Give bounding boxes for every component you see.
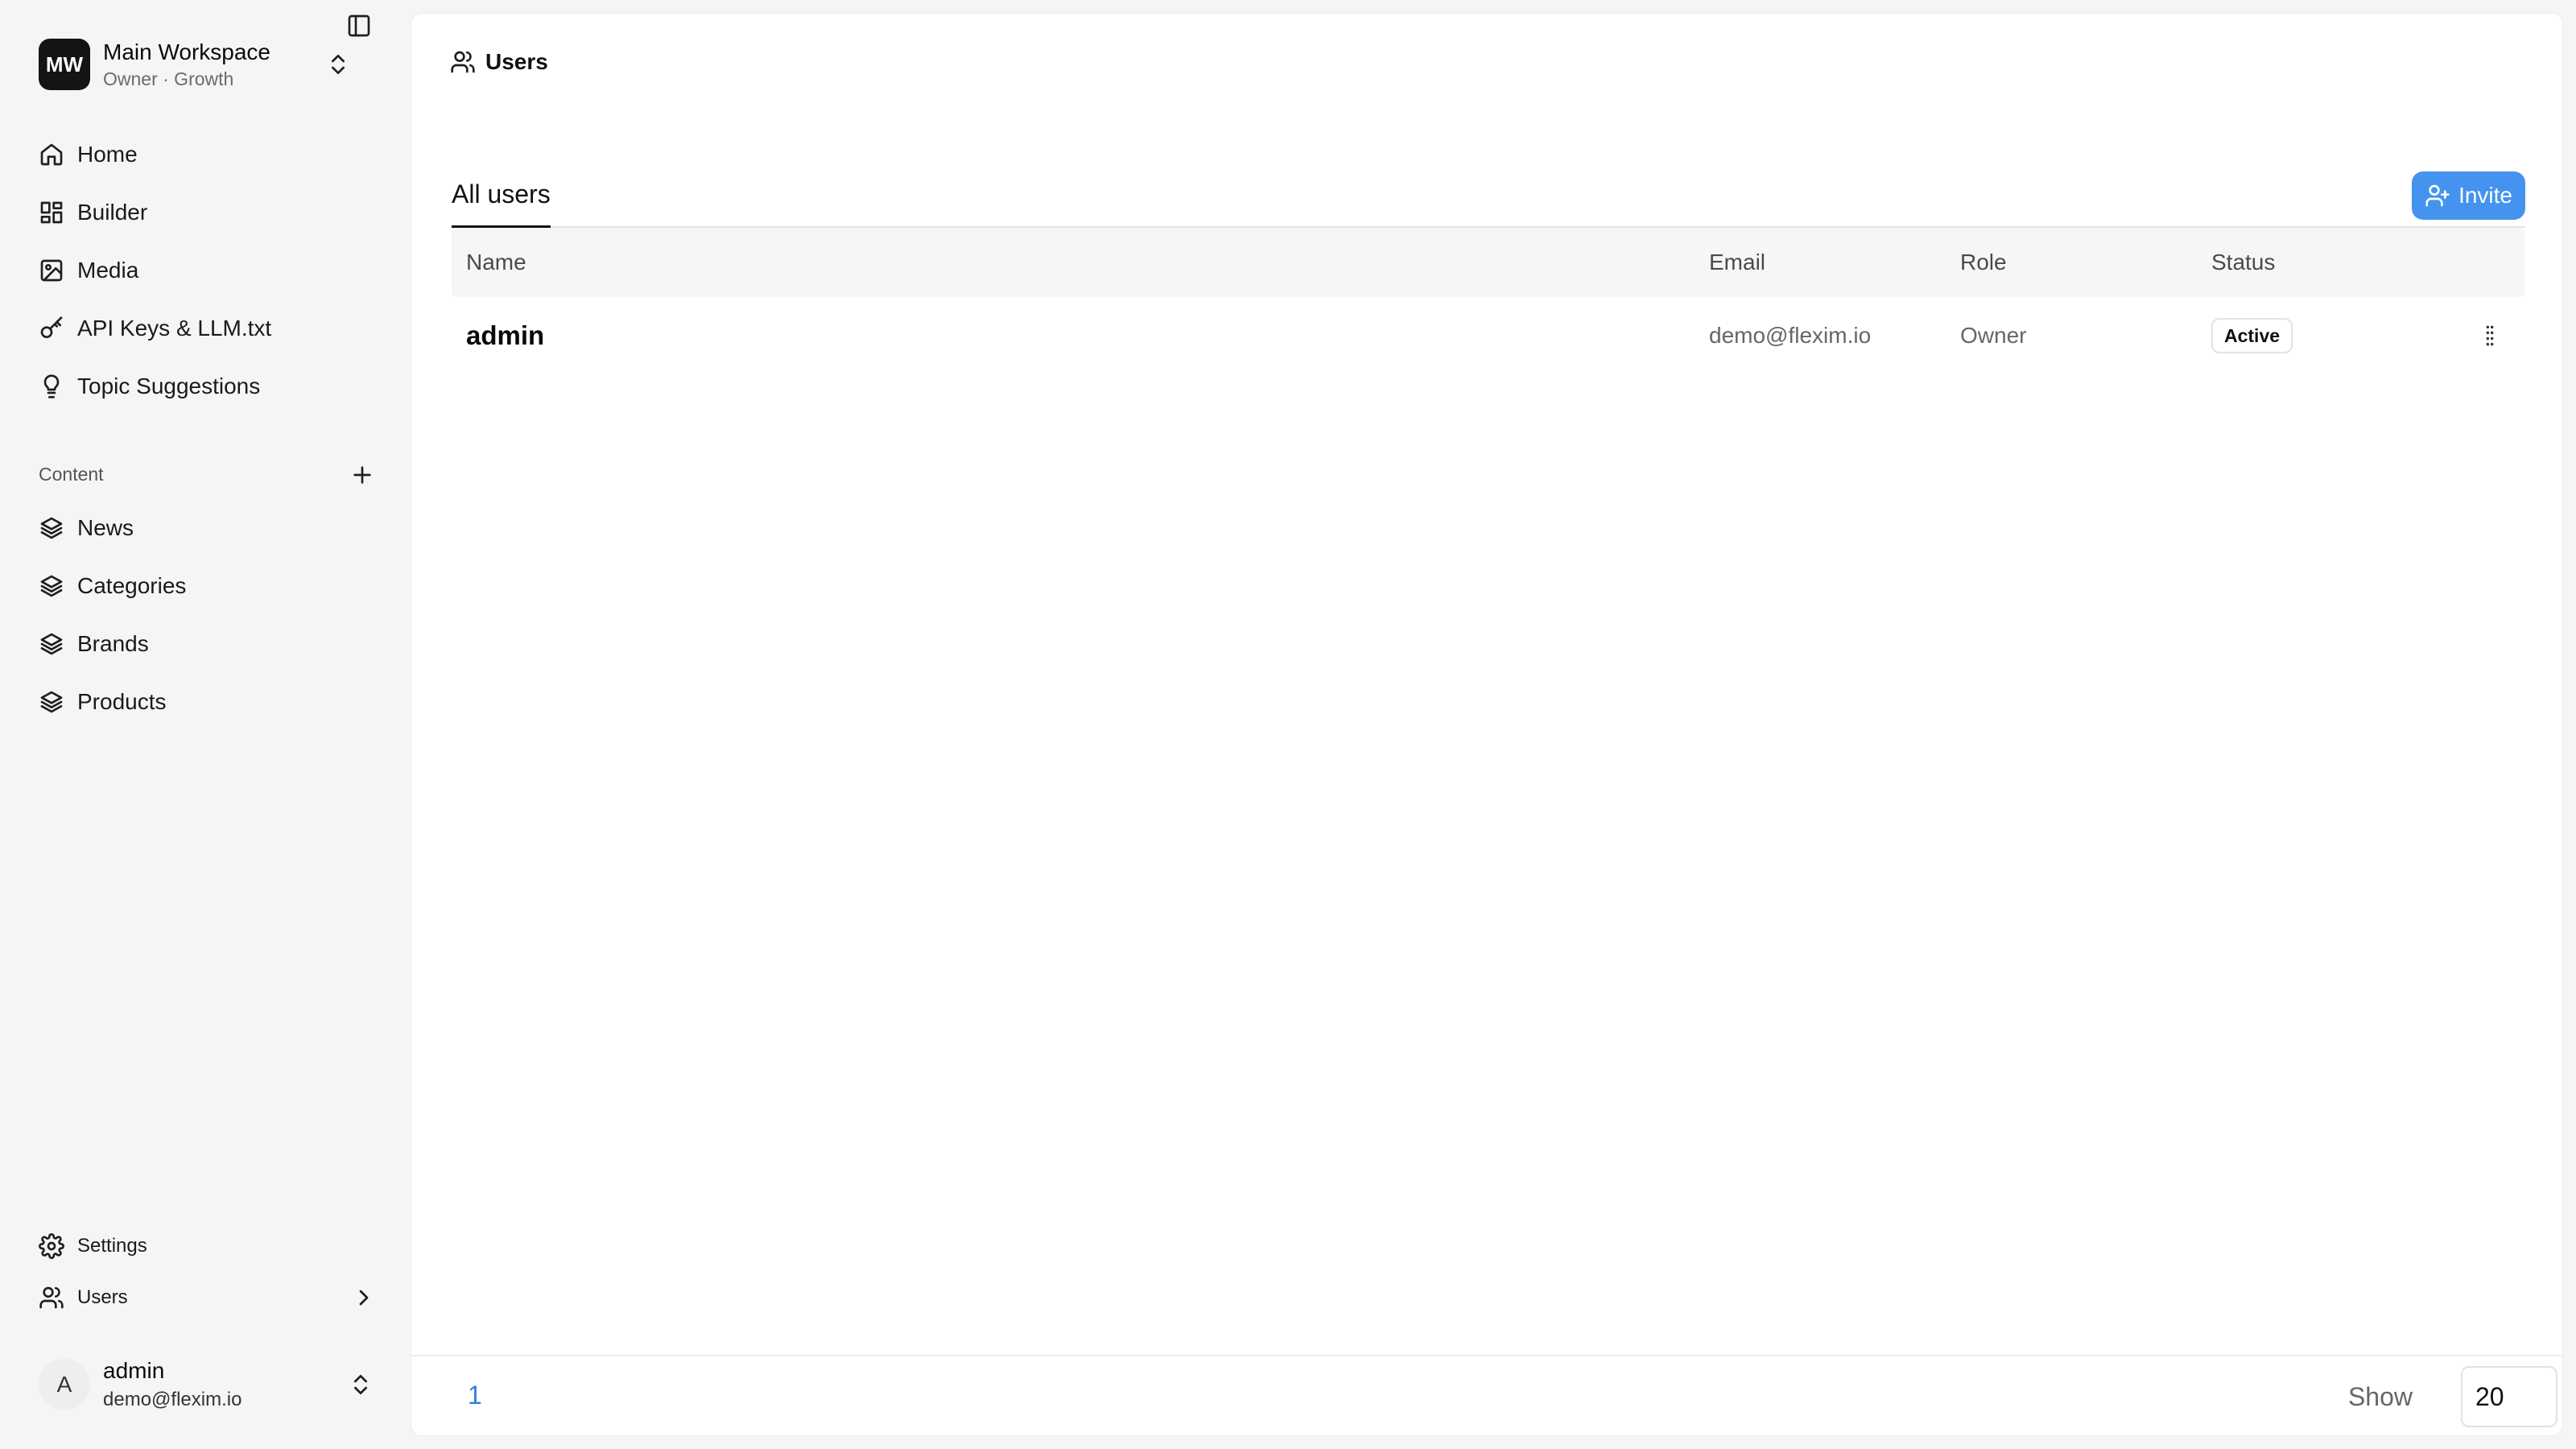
bottom-nav: Settings Users [39,1220,377,1323]
nav-item-label: Brands [77,631,149,656]
breadcrumb: Users [450,49,548,75]
tab-all-users[interactable]: All users [452,163,551,228]
account-email: demo@flexim.io [103,1389,242,1410]
main-panel: Users All users Invite Name Email Role S… [411,13,2564,1436]
nav-item-label: Home [77,142,138,167]
workspace-text: Main Workspace Owner · Growth [103,39,270,90]
nav-item-api-keys[interactable]: API Keys & LLM.txt [39,299,377,357]
nav-item-settings[interactable]: Settings [39,1220,377,1272]
chevron-right-icon [359,1290,369,1306]
column-header-role[interactable]: Role [1960,250,2007,275]
drag-handle-icon[interactable] [2477,323,2503,349]
user-role: Owner [1960,323,2027,348]
nav-item-media[interactable]: Media [39,242,377,299]
pagination-footer: 1 Show 20 [411,1355,2564,1435]
image-icon [40,259,63,282]
column-header-name[interactable]: Name [466,250,526,275]
page-number-button[interactable]: 1 [468,1381,482,1410]
gear-icon [39,1233,64,1259]
key-icon [40,316,63,338]
nav-item-label: Media [77,258,139,283]
page-title: Users [485,49,548,74]
user-name: admin [466,320,545,350]
invite-button-label: Invite [2458,183,2512,208]
table-header: Name Email Role Status [452,228,2525,297]
account-text: admin demo@flexim.io [103,1358,242,1411]
nav-item-topic-suggestions[interactable]: Topic Suggestions [39,357,377,415]
lightbulb-icon [43,374,60,398]
nav-item-label: Settings [77,1235,147,1257]
nav-item-home[interactable]: Home [39,126,377,184]
status-badge: Active [2211,317,2293,353]
sidebar: MW Main Workspace Owner · Growth Home Bu… [0,0,411,1449]
layers-icon [40,691,63,713]
chevrons-up-down-icon[interactable] [348,1372,374,1397]
nav-item-products[interactable]: Products [39,673,377,731]
account-name: admin [103,1358,165,1383]
content-section-label: Content [39,464,104,485]
nav-item-categories[interactable]: Categories [39,557,377,615]
status-cell: Active [2211,317,2293,353]
content-nav: News Categories Brands Products [39,499,377,731]
nav-item-news[interactable]: News [39,499,377,557]
home-icon [40,143,63,166]
layers-icon [40,575,63,597]
nav-item-users[interactable]: Users [39,1272,377,1323]
column-header-status[interactable]: Status [2211,250,2275,275]
nav-item-label: API Keys & LLM.txt [77,316,272,341]
page-size-select[interactable]: 20 [2461,1366,2557,1427]
users-table: Name Email Role Status admin demo@flexim… [452,228,2525,374]
workspace-subtitle: Owner · Growth [103,68,234,89]
nav-item-label: Users [77,1286,128,1308]
workspace-name: Main Workspace [103,39,271,64]
invite-button[interactable]: Invite [2412,171,2525,220]
page-size-label: Show [2347,1382,2413,1411]
nav-item-label: Products [77,689,167,714]
main-nav: Home Builder Media API Keys & LLM.txt To… [39,126,377,415]
users-icon [451,51,475,73]
nav-item-label: News [77,515,134,540]
nav-item-brands[interactable]: Brands [39,615,377,673]
tab-bar: All users Invite [452,163,2525,228]
plus-icon[interactable] [349,462,375,488]
workspace-logo: MW [39,39,90,90]
chevrons-up-down-icon[interactable] [325,52,351,77]
table-row[interactable]: admin demo@flexim.io Owner Active [452,297,2525,374]
column-header-email[interactable]: Email [1709,250,1765,275]
nav-item-builder[interactable]: Builder [39,184,377,242]
nav-item-label: Categories [77,573,187,598]
avatar: A [39,1359,90,1410]
layers-icon [40,633,63,655]
users-icon [39,1286,64,1309]
sidebar-toggle-icon[interactable] [346,13,372,39]
grid-icon [40,201,63,224]
user-email: demo@flexim.io [1709,323,1872,348]
account-switcher[interactable]: A admin demo@flexim.io [39,1358,377,1411]
layers-icon [40,517,63,539]
nav-item-label: Builder [77,200,148,225]
nav-item-label: Topic Suggestions [77,374,261,398]
user-plus-icon [2425,184,2450,207]
workspace-switcher[interactable]: MW Main Workspace Owner · Growth [39,39,377,90]
